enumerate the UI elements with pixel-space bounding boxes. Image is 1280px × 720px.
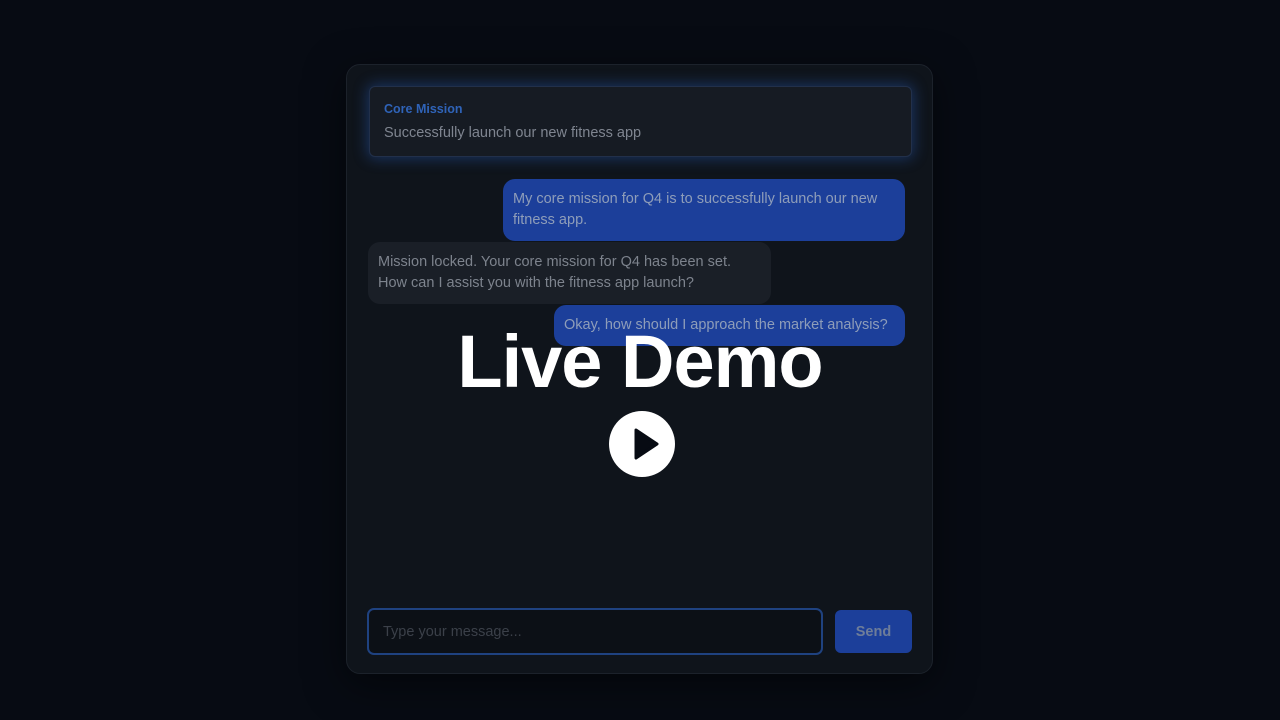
demo-stage: Core Mission Successfully launch our new… bbox=[0, 0, 1280, 720]
send-button[interactable]: Send bbox=[835, 610, 912, 653]
user-message: My core mission for Q4 is to successfull… bbox=[503, 179, 905, 241]
assistant-message: Mission locked. Your core mission for Q4… bbox=[368, 242, 771, 304]
message-input[interactable] bbox=[367, 608, 823, 655]
core-mission-card: Core Mission Successfully launch our new… bbox=[369, 86, 912, 157]
core-mission-text: Successfully launch our new fitness app bbox=[384, 125, 642, 141]
play-icon bbox=[634, 428, 659, 460]
core-mission-label: Core Mission bbox=[384, 102, 463, 116]
live-demo-title: Live Demo bbox=[457, 320, 823, 403]
play-button[interactable] bbox=[609, 411, 675, 477]
